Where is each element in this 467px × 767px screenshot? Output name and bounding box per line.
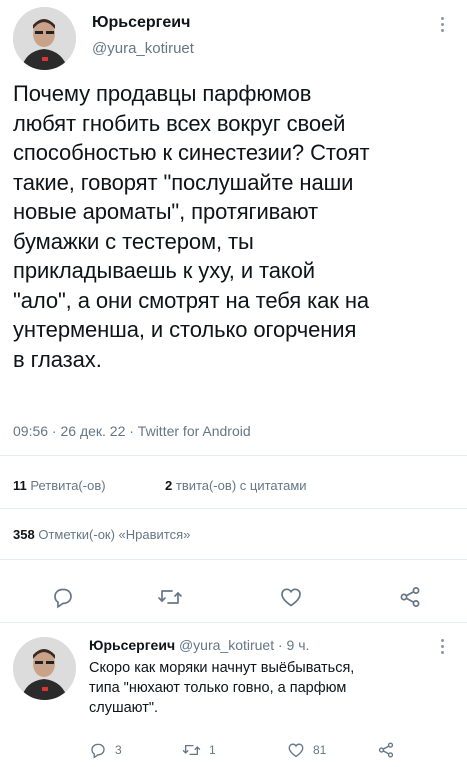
- author-handle[interactable]: @yura_kotiruet: [92, 40, 194, 57]
- like-button[interactable]: [279, 585, 303, 609]
- quotes-stat[interactable]: 2 твита(-ов) с цитатами: [165, 478, 307, 493]
- avatar-image: [13, 7, 76, 70]
- tweet-text-line: новые ароматы", протягивают: [13, 199, 319, 224]
- retweet-icon: [182, 744, 201, 756]
- retweet-button[interactable]: [157, 585, 183, 609]
- share-button[interactable]: [398, 585, 422, 609]
- reply-text: Скоро как моряки начнут выёбываться, тип…: [89, 658, 464, 718]
- reply-avatar[interactable]: [13, 637, 76, 700]
- reply-text-line: Скоро как моряки начнут выёбываться,: [89, 660, 355, 676]
- reply-retweet-button[interactable]: 1: [182, 741, 216, 759]
- retweet-count: 1: [209, 743, 216, 757]
- retweets-label: Ретвита(-ов): [30, 478, 106, 493]
- tweet-text-line: такие, говорят "послушайте наши: [13, 169, 354, 195]
- reply-header: Юрьсергеич @yura_kotiruet · 9 ч.: [89, 637, 309, 653]
- divider: [0, 559, 467, 560]
- like-count: 81: [313, 743, 327, 757]
- reply-text-line: слушают".: [89, 700, 159, 716]
- retweets-stat[interactable]: 11 Ретвита(-ов): [13, 478, 106, 493]
- like-icon: [288, 743, 304, 758]
- reply-handle-time[interactable]: @yura_kotiruet · 9 ч.: [179, 637, 309, 653]
- divider: [0, 622, 467, 623]
- reply-button[interactable]: [51, 585, 75, 609]
- likes-count: 358: [13, 527, 35, 542]
- tweet-text-line: способностью к синестезии? Стоят: [13, 140, 370, 165]
- share-icon: [400, 587, 420, 607]
- tweet-text-line: унтерменша, и столько огорчения: [13, 317, 357, 342]
- tweet-meta[interactable]: 09:56 · 26 дек. 22 · Twitter for Android: [13, 423, 251, 439]
- reply-share-button[interactable]: [377, 741, 395, 759]
- more-options-icon[interactable]: [441, 17, 445, 35]
- tweet-text-line: Почему продавцы парфюмов: [13, 81, 312, 106]
- reply-author-name[interactable]: Юрьсергеич: [89, 637, 175, 653]
- tweet-text: Почему продавцы парфюмов любят гнобить в…: [13, 79, 463, 374]
- tweet-text-line: любят гнобить всех вокруг своей: [13, 110, 346, 136]
- avatar[interactable]: [13, 7, 76, 70]
- likes-label: Отметки(-ок) «Нравится»: [38, 527, 191, 542]
- retweet-icon: [158, 590, 182, 604]
- reply-more-options-icon[interactable]: [441, 639, 445, 657]
- likes-stat[interactable]: 358 Отметки(-ок) «Нравится»: [13, 527, 190, 542]
- reply-text-line: типа "нюхают только говно, а парфюм: [89, 680, 347, 696]
- avatar-image: [13, 637, 76, 700]
- tweet-text-line: "ало", а они смотрят на тебя как на: [13, 287, 369, 313]
- reply-count: 3: [115, 743, 122, 757]
- divider: [0, 455, 467, 456]
- tweet-text-line: бумажки с тестером, ты: [13, 228, 254, 254]
- quotes-label: твита(-ов) с цитатами: [175, 478, 307, 493]
- divider: [0, 508, 467, 509]
- like-icon: [281, 588, 301, 607]
- tweet-text-line: в глазах.: [13, 346, 102, 372]
- share-icon: [378, 742, 394, 758]
- reply-icon: [91, 743, 105, 759]
- author-name[interactable]: Юрьсергеич: [92, 14, 190, 32]
- retweets-count: 11: [13, 478, 27, 493]
- reply-like-button[interactable]: 81: [287, 741, 326, 759]
- reply-reply-button[interactable]: 3: [89, 741, 122, 759]
- tweet-text-line: прикладываешь к уху, и такой: [13, 258, 315, 283]
- reply-icon: [54, 588, 72, 609]
- quotes-count: 2: [165, 478, 173, 493]
